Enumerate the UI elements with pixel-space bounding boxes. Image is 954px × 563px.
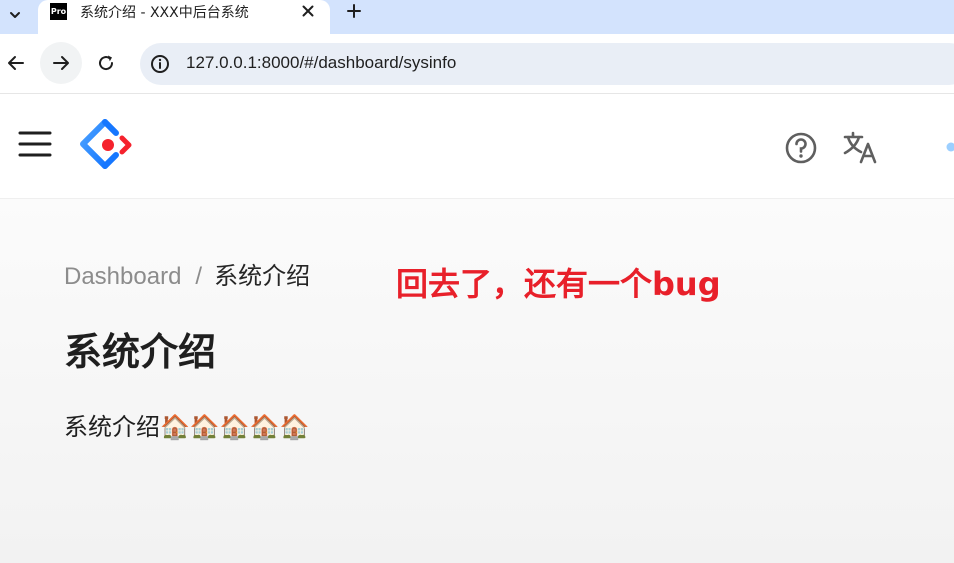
breadcrumb-separator: / (195, 263, 203, 290)
translate-icon[interactable] (842, 129, 878, 165)
main-content: Dashboard / 系统介绍 回去了，还有一个bug 系统介绍 系统介绍🏠🏠🏠🏠… (0, 199, 954, 563)
breadcrumb-item-dashboard[interactable]: Dashboard (64, 263, 181, 290)
browser-tab-active[interactable]: Pro 系统介绍 - XXX中后台系统 (38, 0, 330, 34)
back-arrow-icon[interactable] (0, 42, 37, 84)
help-icon[interactable] (784, 131, 818, 165)
page-body-text: 系统介绍🏠🏠🏠🏠🏠 (64, 413, 310, 441)
menu-icon[interactable] (18, 130, 54, 160)
app-header (0, 95, 954, 199)
breadcrumb: Dashboard / 系统介绍 (64, 256, 310, 291)
new-tab-plus-icon[interactable] (343, 0, 365, 22)
breadcrumb-item-current: 系统介绍 (214, 262, 311, 290)
bug-annotation: 回去了，还有一个bug (396, 265, 721, 303)
forward-arrow-icon[interactable] (40, 42, 82, 84)
browser-tab-strip: Pro 系统介绍 - XXX中后台系统 (0, 0, 954, 34)
app-logo-icon[interactable] (80, 119, 136, 175)
reload-icon[interactable] (85, 42, 127, 84)
close-icon[interactable] (300, 3, 316, 19)
tab-title: 系统介绍 - XXX中后台系统 (80, 5, 249, 21)
page-title: 系统介绍 (64, 330, 217, 374)
site-info-icon[interactable] (148, 52, 172, 76)
avatar-icon[interactable] (944, 139, 954, 153)
tab-search-chevron-icon[interactable] (0, 0, 30, 30)
tab-favicon: Pro (50, 3, 67, 20)
url-text[interactable]: 127.0.0.1:8000/#/dashboard/sysinfo (186, 53, 456, 73)
address-bar[interactable]: 127.0.0.1:8000/#/dashboard/sysinfo (140, 43, 954, 85)
browser-toolbar: 127.0.0.1:8000/#/dashboard/sysinfo (0, 34, 954, 94)
